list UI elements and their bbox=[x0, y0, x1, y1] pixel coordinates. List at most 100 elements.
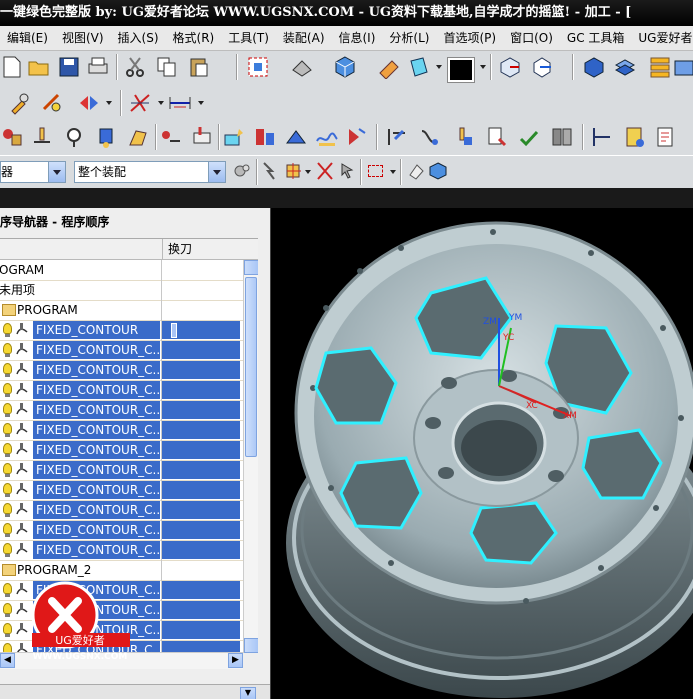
menu-item[interactable]: 信息(I) bbox=[332, 26, 383, 50]
feeds-speeds-icon[interactable] bbox=[418, 125, 442, 149]
move-object-icon[interactable] bbox=[530, 55, 554, 79]
menu-item[interactable]: UG爱好者论坛帮助 bbox=[631, 26, 693, 50]
dropdown-arrow-icon[interactable] bbox=[305, 170, 311, 174]
create-geometry-icon[interactable] bbox=[62, 125, 86, 149]
render-style-icon[interactable] bbox=[290, 55, 314, 79]
operation-row[interactable]: FIXED_CONTOUR_C... bbox=[0, 400, 258, 421]
column-header-toolchange[interactable]: 换刀 bbox=[162, 239, 192, 259]
open-folder-icon[interactable] bbox=[27, 55, 51, 79]
new-file-icon[interactable] bbox=[0, 55, 24, 79]
menu-item[interactable]: 窗口(O) bbox=[503, 26, 560, 50]
calculator-icon[interactable] bbox=[622, 125, 646, 149]
create-operation-icon[interactable] bbox=[126, 125, 150, 149]
deselect-all-icon[interactable] bbox=[407, 161, 425, 181]
machine-tool-view-icon[interactable] bbox=[190, 125, 214, 149]
tree-row[interactable]: OGRAM bbox=[0, 260, 258, 281]
list-toolpath-icon[interactable] bbox=[284, 125, 308, 149]
component-icon[interactable] bbox=[613, 55, 637, 79]
point-icon[interactable] bbox=[77, 91, 101, 115]
create-program-icon[interactable] bbox=[0, 125, 24, 149]
section-view-icon[interactable] bbox=[407, 55, 431, 79]
edit-object-icon[interactable] bbox=[385, 125, 409, 149]
scroll-right-button[interactable]: ▶ bbox=[228, 653, 243, 668]
menu-item[interactable]: 视图(V) bbox=[55, 26, 111, 50]
paste-icon[interactable] bbox=[187, 55, 211, 79]
dimension-icon[interactable] bbox=[168, 91, 192, 115]
assembly-icon[interactable] bbox=[582, 55, 606, 79]
stack-icon[interactable] bbox=[648, 55, 672, 79]
scroll-up-button[interactable] bbox=[244, 260, 258, 275]
fit-view-icon[interactable] bbox=[246, 55, 270, 79]
wrench-icon[interactable] bbox=[8, 91, 32, 115]
filter-settings-icon[interactable] bbox=[232, 161, 252, 181]
move-tool-icon[interactable] bbox=[590, 125, 614, 149]
graphics-window[interactable]: XC YC ZM YM XM bbox=[271, 208, 693, 699]
simulate-machine-icon[interactable] bbox=[345, 125, 369, 149]
edit-face-icon[interactable] bbox=[377, 55, 401, 79]
wcs-orient-icon[interactable] bbox=[498, 55, 522, 79]
menu-item[interactable]: 工具(T) bbox=[221, 26, 276, 50]
wheel-model[interactable]: XC YC ZM YM XM bbox=[271, 208, 693, 699]
postprocess-icon[interactable] bbox=[485, 125, 509, 149]
operation-row[interactable]: FIXED_CONTOUR_C... bbox=[0, 480, 258, 501]
dropdown-arrow-icon[interactable] bbox=[390, 170, 396, 174]
vertical-scrollbar[interactable] bbox=[243, 260, 258, 653]
chevron-down-icon[interactable] bbox=[48, 162, 65, 182]
tree-row[interactable]: 未用项 bbox=[0, 280, 258, 301]
snap-point-icon[interactable] bbox=[262, 161, 280, 181]
operation-row[interactable]: FIXED_CONTOUR_C... bbox=[0, 360, 258, 381]
layer-icon[interactable] bbox=[672, 55, 693, 79]
menu-item[interactable]: 插入(S) bbox=[111, 26, 166, 50]
create-tool-icon[interactable] bbox=[30, 125, 54, 149]
document-icon[interactable] bbox=[654, 125, 678, 149]
arrow-select-icon[interactable] bbox=[339, 161, 357, 181]
generate-toolpath-icon[interactable] bbox=[222, 125, 246, 149]
menu-item[interactable]: 装配(A) bbox=[276, 26, 332, 50]
chevron-down-icon[interactable]: ▼ bbox=[240, 687, 256, 699]
dropdown-arrow-icon[interactable] bbox=[480, 65, 486, 69]
program-order-icon[interactable] bbox=[160, 125, 184, 149]
operation-row[interactable]: FIXED_CONTOUR_C... bbox=[0, 380, 258, 401]
menu-item[interactable]: 编辑(E) bbox=[0, 26, 55, 50]
operation-row[interactable]: FIXED_CONTOUR bbox=[0, 320, 258, 341]
save-icon[interactable] bbox=[57, 55, 81, 79]
menu-item[interactable]: GC 工具箱 bbox=[560, 26, 632, 50]
scroll-thumb[interactable] bbox=[245, 277, 257, 457]
operation-row[interactable]: FIXED_CONTOUR_C... bbox=[0, 440, 258, 461]
menu-item[interactable]: 分析(L) bbox=[382, 26, 436, 50]
selection-scope-dropdown[interactable]: 整个装配 bbox=[74, 161, 226, 183]
program-group-row[interactable]: PROGRAM bbox=[0, 300, 258, 321]
type-filter-dropdown[interactable]: 器 bbox=[0, 161, 66, 183]
dropdown-arrow-icon[interactable] bbox=[106, 101, 112, 105]
create-method-icon[interactable] bbox=[94, 125, 118, 149]
replay-toolpath-icon[interactable] bbox=[253, 125, 277, 149]
body-select-icon[interactable] bbox=[429, 161, 447, 181]
copy-icon[interactable] bbox=[155, 55, 179, 79]
datum-axis-icon[interactable] bbox=[128, 91, 152, 115]
scroll-left-button[interactable]: ◀ bbox=[0, 653, 15, 668]
rectangle-select-icon[interactable] bbox=[368, 165, 383, 177]
measure-icon[interactable] bbox=[40, 91, 64, 115]
shaded-cube-icon[interactable] bbox=[333, 55, 357, 79]
dropdown-arrow-icon[interactable] bbox=[198, 101, 204, 105]
verify-toolpath-icon[interactable] bbox=[315, 125, 339, 149]
operation-row[interactable]: FIXED_CONTOUR_C... bbox=[0, 420, 258, 441]
background-color-swatch[interactable] bbox=[447, 57, 475, 83]
cut-icon[interactable] bbox=[123, 55, 147, 79]
operation-row[interactable]: FIXED_CONTOUR_C... bbox=[0, 460, 258, 481]
cl-file-icon[interactable] bbox=[550, 125, 574, 149]
operation-row[interactable]: FIXED_CONTOUR_C... bbox=[0, 500, 258, 521]
menu-item[interactable]: 格式(R) bbox=[166, 26, 222, 50]
operation-row[interactable]: FIXED_CONTOUR_C... bbox=[0, 340, 258, 361]
select-feature-icon[interactable] bbox=[285, 161, 303, 181]
print-icon[interactable] bbox=[86, 55, 110, 79]
shop-doc-icon[interactable] bbox=[517, 125, 541, 149]
tool-change-icon[interactable] bbox=[452, 125, 476, 149]
operation-row[interactable]: FIXED_CONTOUR_C... bbox=[0, 540, 258, 561]
dropdown-arrow-icon[interactable] bbox=[436, 65, 442, 69]
dropdown-arrow-icon[interactable] bbox=[158, 101, 164, 105]
menu-item[interactable]: 首选项(P) bbox=[436, 26, 503, 50]
chevron-down-icon[interactable] bbox=[208, 162, 225, 182]
intersection-point-icon[interactable] bbox=[316, 161, 334, 181]
scroll-down-button[interactable] bbox=[244, 638, 258, 653]
